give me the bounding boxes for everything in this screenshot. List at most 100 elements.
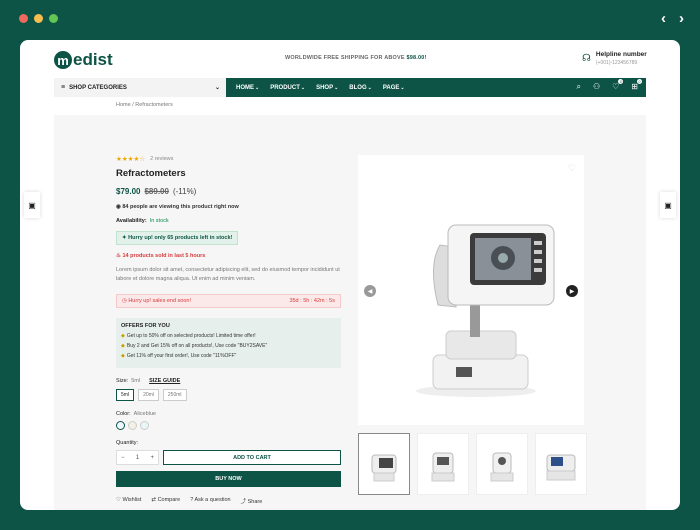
shop-categories-dropdown[interactable]: ≡ SHOP CATEGORIES ⌄ — [54, 78, 226, 97]
product-description: Lorem ipsum dolor sit amet, consectetur … — [116, 267, 340, 282]
countdown-timer: 35d : 5h : 42m : 5s — [289, 298, 335, 304]
compare-label: Compare — [157, 497, 181, 503]
site-logo[interactable]: m edist — [54, 50, 113, 70]
heart-icon[interactable]: ♡ — [568, 163, 576, 174]
color-swatch[interactable] — [140, 421, 149, 430]
header-icons: ⌕ ⚇ ♡ 0 ⊞ 0 — [576, 79, 642, 92]
browser-nav: ‹ › — [661, 11, 684, 27]
breadcrumb[interactable]: Home / Refractometers — [116, 102, 173, 108]
sold-text: 14 products sold in last 5 hours — [122, 253, 206, 259]
ask-question-label: Ask a question — [194, 497, 231, 503]
browser-window: m edist WORLDWIDE FREE SHIPPING FOR ABOV… — [20, 40, 680, 510]
color-value: Aliceblue — [133, 411, 156, 417]
share-action[interactable]: ⤴ Share — [241, 497, 263, 505]
image-next-arrow-icon[interactable]: ▶ — [566, 285, 578, 297]
offers-title: OFFERS FOR YOU — [121, 323, 170, 329]
buy-now-button[interactable]: BUY NOW — [116, 471, 341, 487]
nav-item-page[interactable]: PAGE — [383, 85, 400, 91]
color-row: Color: Aliceblue — [116, 411, 341, 417]
main-product-image[interactable]: ♡ ◀ ▶ — [358, 155, 584, 425]
chevron-down-icon: ⌄ — [300, 84, 306, 91]
product-info: ★★★★☆ 2 reviews Refractometers $79.00 $8… — [116, 155, 341, 510]
stock-alert: ✦ Hurry up! only 65 products left in sto… — [116, 231, 239, 245]
availability-label: Availability: — [116, 218, 147, 224]
reviews-link[interactable]: 2 reviews — [150, 156, 173, 162]
compare-action[interactable]: ⇄ Compare — [151, 497, 180, 505]
rating: ★★★★☆ 2 reviews — [116, 155, 341, 163]
price-old: $89.00 — [144, 187, 169, 196]
cart-icon[interactable]: ⊞ 0 — [631, 79, 642, 92]
discount-badge: (-11%) — [172, 187, 197, 196]
size-options: 5ml 20ml 250ml — [116, 389, 341, 401]
shipping-text: WORLDWIDE FREE SHIPPING FOR ABOVE — [285, 55, 407, 61]
price-new: $79.00 — [116, 187, 141, 196]
main-navbar: ≡ SHOP CATEGORIES ⌄ HOME ⌄ PRODUCT ⌄ SHOP ⌄… — [54, 78, 646, 97]
logo-text: edist — [73, 50, 113, 69]
product-title: Refractometers — [116, 168, 186, 179]
helpline: ☊ Helpline number (+001)-123456789 — [582, 51, 647, 66]
viewers-text: 84 people are viewing this product right… — [122, 204, 239, 210]
maximize-dot[interactable] — [49, 14, 58, 23]
thumbnail[interactable] — [417, 433, 469, 495]
product-section: ★★★★☆ 2 reviews Refractometers $79.00 $8… — [54, 115, 646, 510]
side-product-prev[interactable]: ▣ — [24, 192, 40, 218]
thumbnail-image — [546, 454, 576, 481]
availability-value: In stock — [149, 218, 169, 224]
thumbnail-image — [371, 454, 397, 482]
minimize-dot[interactable] — [34, 14, 43, 23]
size-label: Size: — [116, 378, 129, 384]
size-option-250ml[interactable]: 250ml — [162, 389, 187, 401]
nav-item-home[interactable]: HOME — [236, 85, 254, 91]
offer-text: Buy 2 and Get 15% off on all products!, … — [126, 343, 268, 349]
prev-arrow-icon[interactable]: ‹ — [661, 11, 666, 27]
size-row: Size: 5ml SIZE GUIDE — [116, 378, 341, 384]
close-dot[interactable] — [19, 14, 28, 23]
thumbnail[interactable] — [358, 433, 410, 495]
ask-question-action[interactable]: ? Ask a question — [190, 497, 230, 505]
quantity-stepper[interactable]: − 1 + — [116, 450, 159, 465]
offer-item: ◆ Get 11% off your first order!, Use code… — [121, 353, 336, 359]
color-swatch[interactable] — [128, 421, 137, 430]
nav-item-blog[interactable]: BLOG — [349, 85, 366, 91]
nav-item-shop[interactable]: SHOP — [316, 85, 333, 91]
tag-icon: ◆ — [121, 333, 125, 339]
offer-text: Get up to 50% off on selected products! … — [126, 333, 256, 339]
chevron-down-icon: ⌄ — [214, 85, 220, 91]
chevron-down-icon: ⌄ — [400, 84, 405, 91]
next-arrow-icon[interactable]: › — [679, 11, 684, 27]
size-guide-link[interactable]: SIZE GUIDE — [149, 378, 180, 384]
thumbnail[interactable] — [476, 433, 528, 495]
user-icon[interactable]: ⚇ — [593, 82, 600, 92]
purchase-row: − 1 + ADD TO CART — [116, 450, 341, 465]
side-product-next[interactable]: ▣ — [660, 192, 676, 218]
size-option-20ml[interactable]: 20ml — [138, 389, 159, 401]
helpline-title: Helpline number — [595, 51, 647, 58]
availability: Availability: In stock — [116, 218, 341, 224]
tag-icon: ◆ — [121, 343, 125, 349]
quantity-label: Quantity: — [116, 440, 139, 446]
star-rating-icon: ★★★★☆ — [116, 156, 146, 163]
minus-icon[interactable]: − — [121, 455, 125, 461]
chevron-down-icon: ⌄ — [255, 84, 260, 91]
search-icon[interactable]: ⌕ — [576, 82, 580, 92]
offer-item: ◆ Get up to 50% off on selected products!… — [121, 333, 336, 339]
product-thumbnail-icon: ▣ — [664, 200, 672, 210]
wishlist-action[interactable]: ♡ Wishlist — [116, 497, 141, 505]
nav-item-product[interactable]: PRODUCT — [270, 85, 300, 91]
thumbnail[interactable] — [535, 433, 587, 495]
color-swatch-aliceblue[interactable] — [116, 421, 125, 430]
image-prev-arrow-icon[interactable]: ◀ — [364, 285, 376, 297]
window-controls — [19, 14, 58, 23]
offer-text: Get 11% off your first order!, Use code … — [126, 353, 237, 359]
categories-label: SHOP CATEGORIES — [69, 84, 127, 91]
size-option-5ml[interactable]: 5ml — [116, 389, 135, 401]
color-swatches — [116, 421, 341, 430]
size-value: 5ml — [131, 378, 141, 384]
add-to-cart-button[interactable]: ADD TO CART — [163, 450, 341, 465]
headset-icon: ☊ — [582, 53, 591, 64]
offer-item: ◆ Buy 2 and Get 15% off on all products!,… — [121, 343, 336, 349]
quantity-value[interactable]: 1 — [136, 455, 139, 461]
helpline-number[interactable]: (+001)-123456789 — [596, 60, 647, 66]
wishlist-icon[interactable]: ♡ 0 — [612, 79, 624, 92]
plus-icon[interactable]: + — [150, 455, 154, 461]
